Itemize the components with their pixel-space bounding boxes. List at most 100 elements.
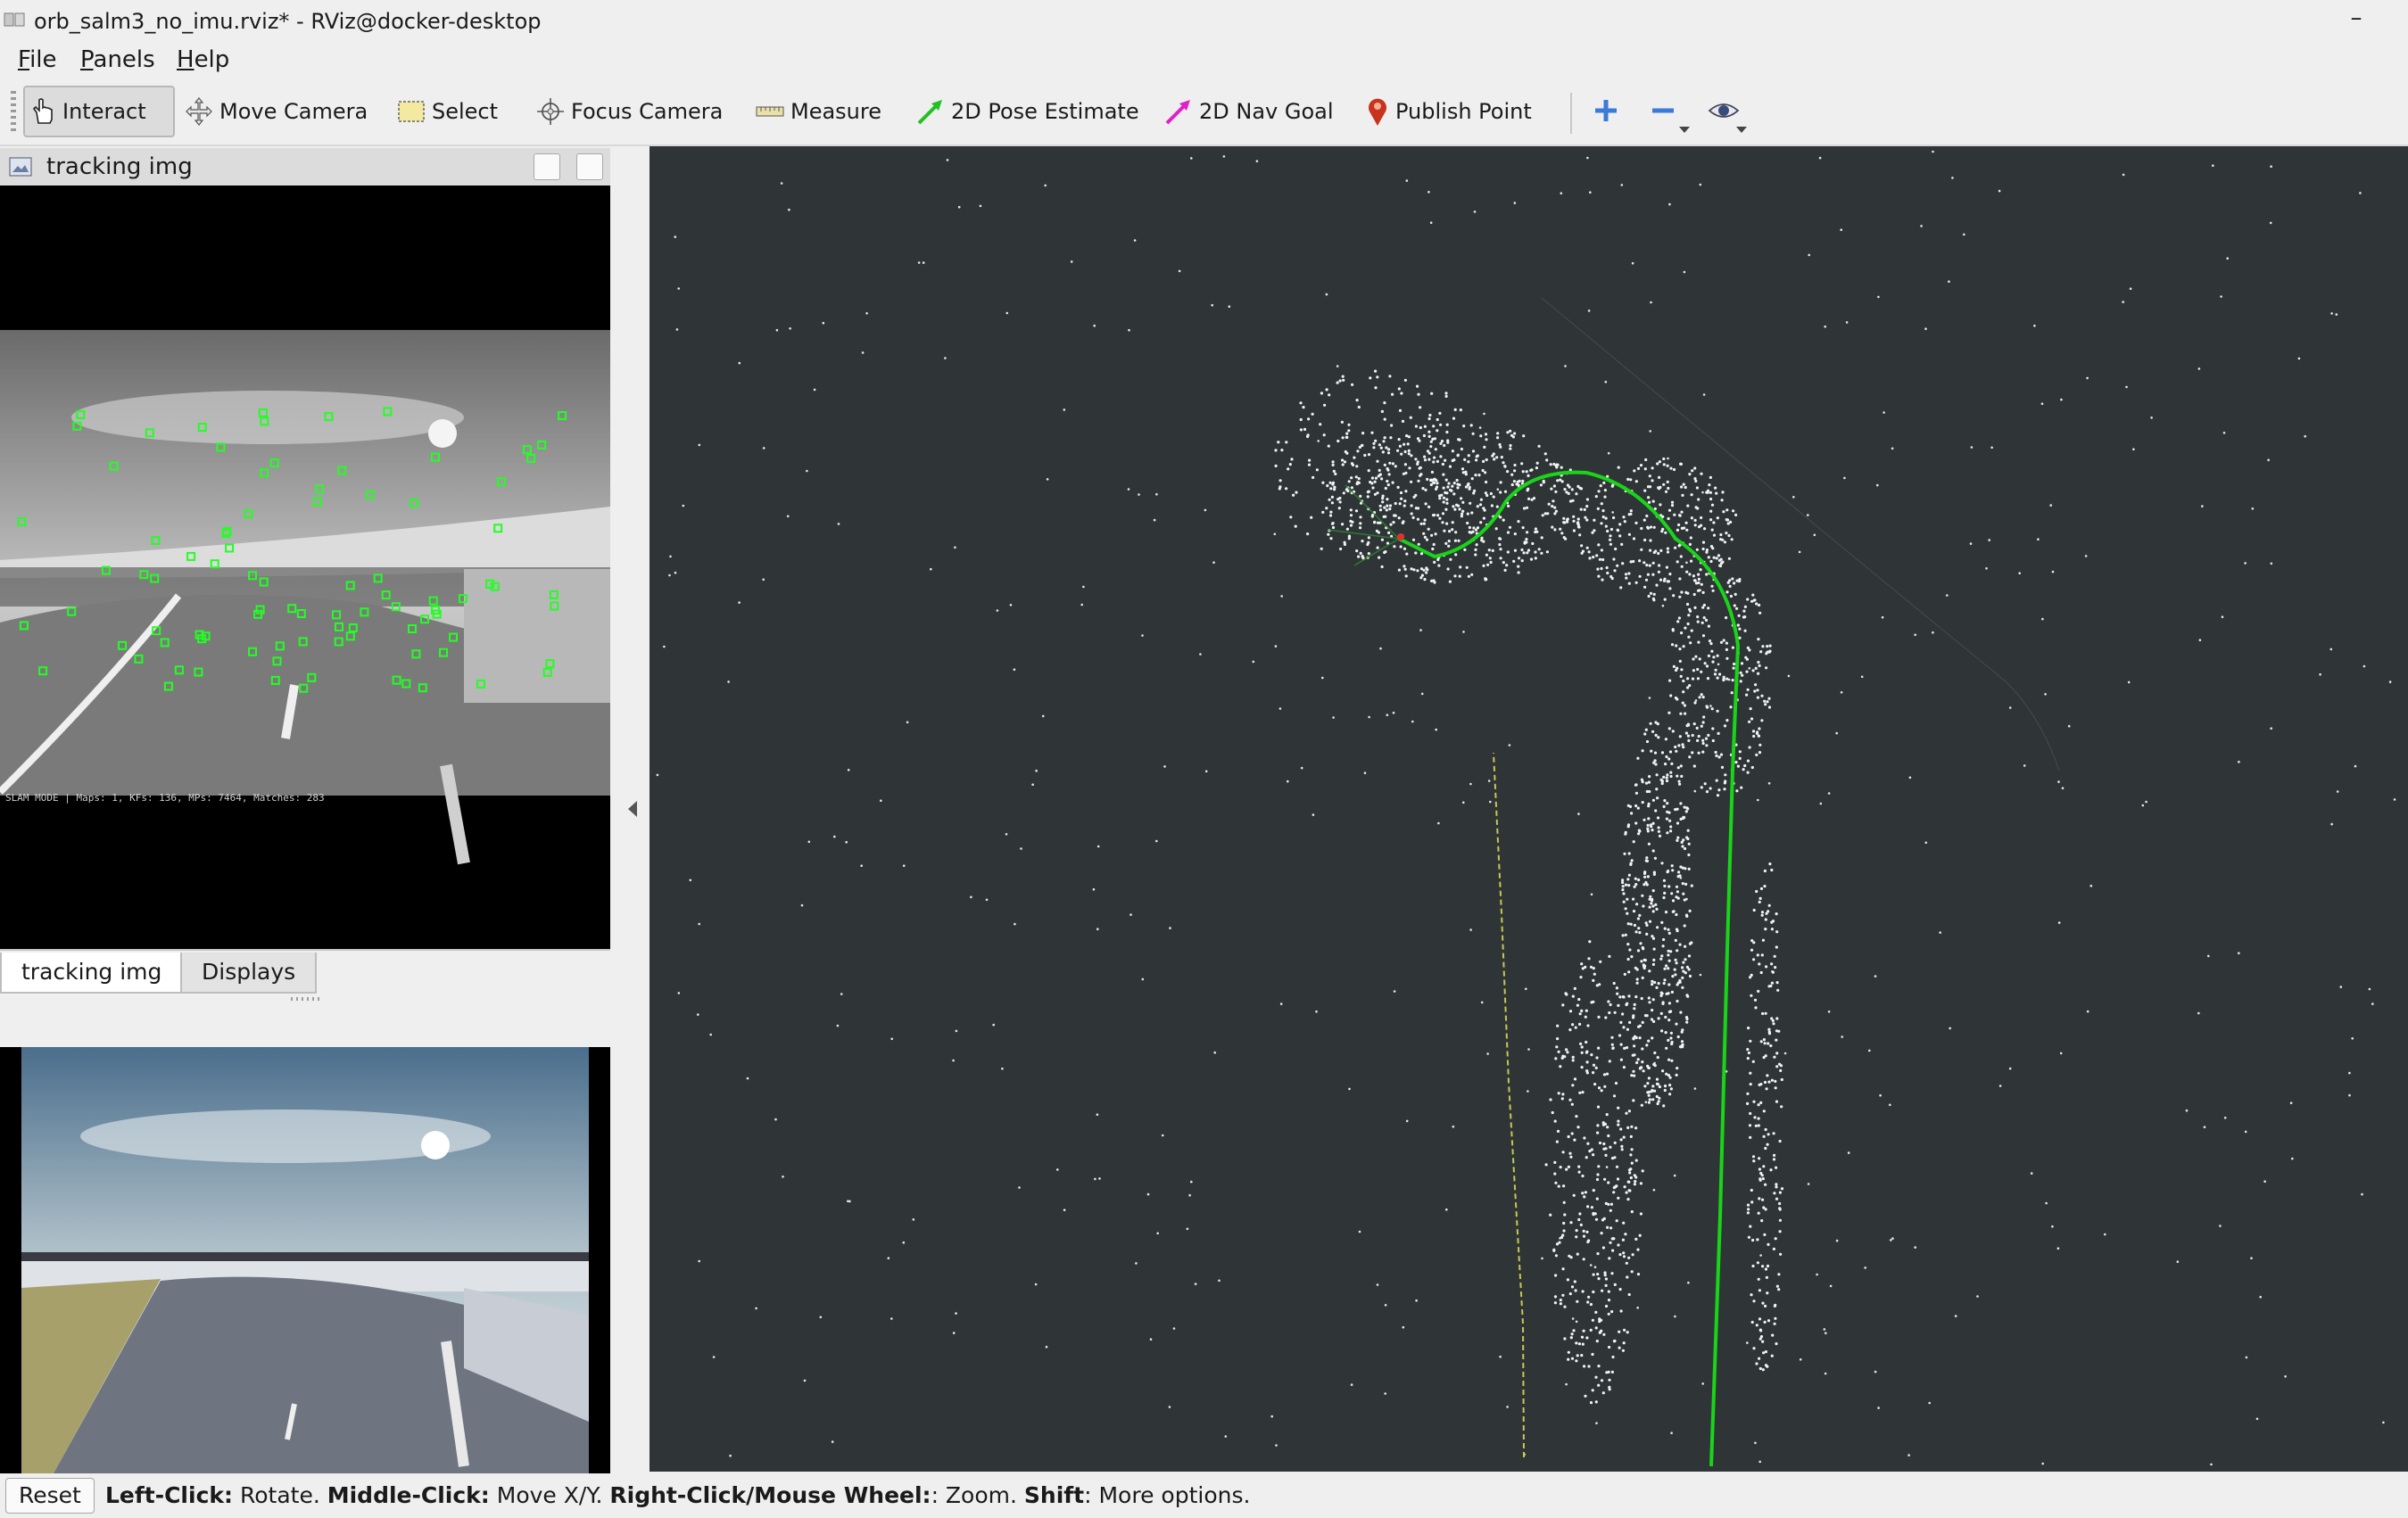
map-point <box>1687 614 1691 617</box>
tracking-image-view[interactable]: SLAM MODE | Maps: 1, KFs: 136, MPs: 7464… <box>0 186 610 949</box>
tool-interact[interactable]: Interact <box>23 86 175 137</box>
tool-2d-pose-estimate[interactable]: 2D Pose Estimate <box>910 86 1145 137</box>
map-point <box>1773 954 1776 958</box>
map-point <box>1774 1237 1777 1241</box>
map-point <box>1693 477 1697 481</box>
toolbar-grip[interactable] <box>11 91 16 132</box>
map-point <box>1813 533 1816 537</box>
map-point <box>1634 995 1638 999</box>
map-point <box>1617 1119 1620 1123</box>
map-point <box>1587 550 1591 554</box>
map-point <box>1610 1035 1614 1039</box>
render-3d-view[interactable] <box>650 146 2408 1472</box>
eye-dropdown-arrow-icon[interactable] <box>1736 127 1747 133</box>
map-point <box>2348 1071 2351 1075</box>
map-point <box>1645 1044 1649 1047</box>
map-point <box>1624 883 1628 887</box>
tool-2d-nav-goal[interactable]: 2D Nav Goal <box>1158 86 1339 137</box>
map-point <box>1498 442 1502 447</box>
map-point <box>1581 1192 1585 1195</box>
map-point <box>1683 898 1686 902</box>
map-point <box>1576 1354 1579 1357</box>
map-point <box>1527 1090 1529 1093</box>
map-point <box>1750 717 1754 721</box>
camera-image-view[interactable] <box>0 1047 610 1473</box>
map-point <box>1726 522 1730 525</box>
map-point <box>1667 885 1671 888</box>
map-point <box>1680 565 1684 568</box>
map-point <box>813 388 816 392</box>
map-point <box>1667 967 1670 970</box>
map-point <box>1651 1098 1655 1101</box>
map-point <box>2251 507 2255 510</box>
map-point <box>1622 892 1626 895</box>
map-point <box>1634 480 1638 483</box>
map-point <box>1652 1188 1656 1192</box>
map-point <box>2023 764 2026 767</box>
tool-publish-point[interactable]: Publish Point <box>1360 86 1537 137</box>
tool-focus-camera[interactable]: Focus Camera <box>530 86 728 137</box>
minus-dropdown-arrow-icon[interactable] <box>1679 127 1690 133</box>
map-point <box>1527 474 1530 477</box>
collapse-dock-arrow-icon[interactable] <box>628 801 637 817</box>
map-point <box>902 864 906 867</box>
map-point <box>1455 503 1459 507</box>
map-point <box>1557 1050 1560 1053</box>
map-point <box>1339 547 1343 551</box>
map-point <box>1763 699 1767 703</box>
map-point <box>1351 520 1354 524</box>
map-point <box>1641 894 1644 897</box>
map-point <box>1135 1262 1138 1265</box>
menu-panels[interactable]: Panels <box>77 45 159 75</box>
map-point <box>1719 640 1724 644</box>
map-point <box>1626 1198 1630 1201</box>
map-point <box>1490 504 1494 507</box>
map-point <box>1685 994 1689 997</box>
help-text-shift: : More options. <box>1084 1482 1251 1508</box>
tool-measure[interactable]: Measure <box>749 86 887 137</box>
map-point <box>1605 1072 1609 1076</box>
reset-button[interactable]: Reset <box>5 1478 95 1514</box>
map-point <box>1211 303 1213 307</box>
minimize-button[interactable]: – <box>2344 5 2369 34</box>
map-point <box>1670 864 1674 868</box>
map-point <box>1563 488 1567 491</box>
tool-move-camera[interactable]: Move Camera <box>178 86 373 137</box>
map-point <box>1755 753 1758 757</box>
map-point <box>2297 357 2301 360</box>
menu-file[interactable]: File <box>14 45 61 75</box>
splitter-handle[interactable] <box>291 997 321 1001</box>
map-point <box>1046 478 1049 481</box>
minus-icon[interactable] <box>1649 96 1677 125</box>
map-point <box>1651 936 1656 940</box>
tab-tracking-img[interactable]: tracking img <box>0 953 184 994</box>
map-point <box>1587 309 1591 312</box>
map-point <box>1070 260 1073 263</box>
map-point <box>1308 458 1312 462</box>
map-point <box>1574 1289 1577 1292</box>
map-point <box>1684 485 1687 490</box>
help-text-middle-click: Move X/Y. <box>489 1482 610 1508</box>
dock-close-button[interactable] <box>576 153 603 180</box>
tool-select[interactable]: Select <box>391 86 503 137</box>
map-point <box>1726 581 1730 584</box>
map-point <box>1605 565 1609 570</box>
map-point <box>1503 490 1508 493</box>
eye-icon[interactable] <box>1708 98 1740 123</box>
map-point <box>1499 481 1502 484</box>
map-point <box>1636 949 1641 953</box>
dock-float-button[interactable] <box>534 153 560 180</box>
map-point <box>1663 598 1667 601</box>
menu-help[interactable]: Help <box>173 45 233 75</box>
map-point <box>1692 669 1695 672</box>
map-point <box>1603 1085 1607 1088</box>
move-camera-icon <box>186 97 212 126</box>
map-point <box>2339 986 2343 988</box>
map-point <box>1684 626 1687 630</box>
map-point <box>1426 568 1429 572</box>
plus-icon[interactable] <box>1592 96 1620 125</box>
map-point <box>1765 1275 1768 1279</box>
map-point <box>1178 269 1181 273</box>
map-point <box>1673 513 1676 516</box>
tab-displays[interactable]: Displays <box>180 953 318 994</box>
